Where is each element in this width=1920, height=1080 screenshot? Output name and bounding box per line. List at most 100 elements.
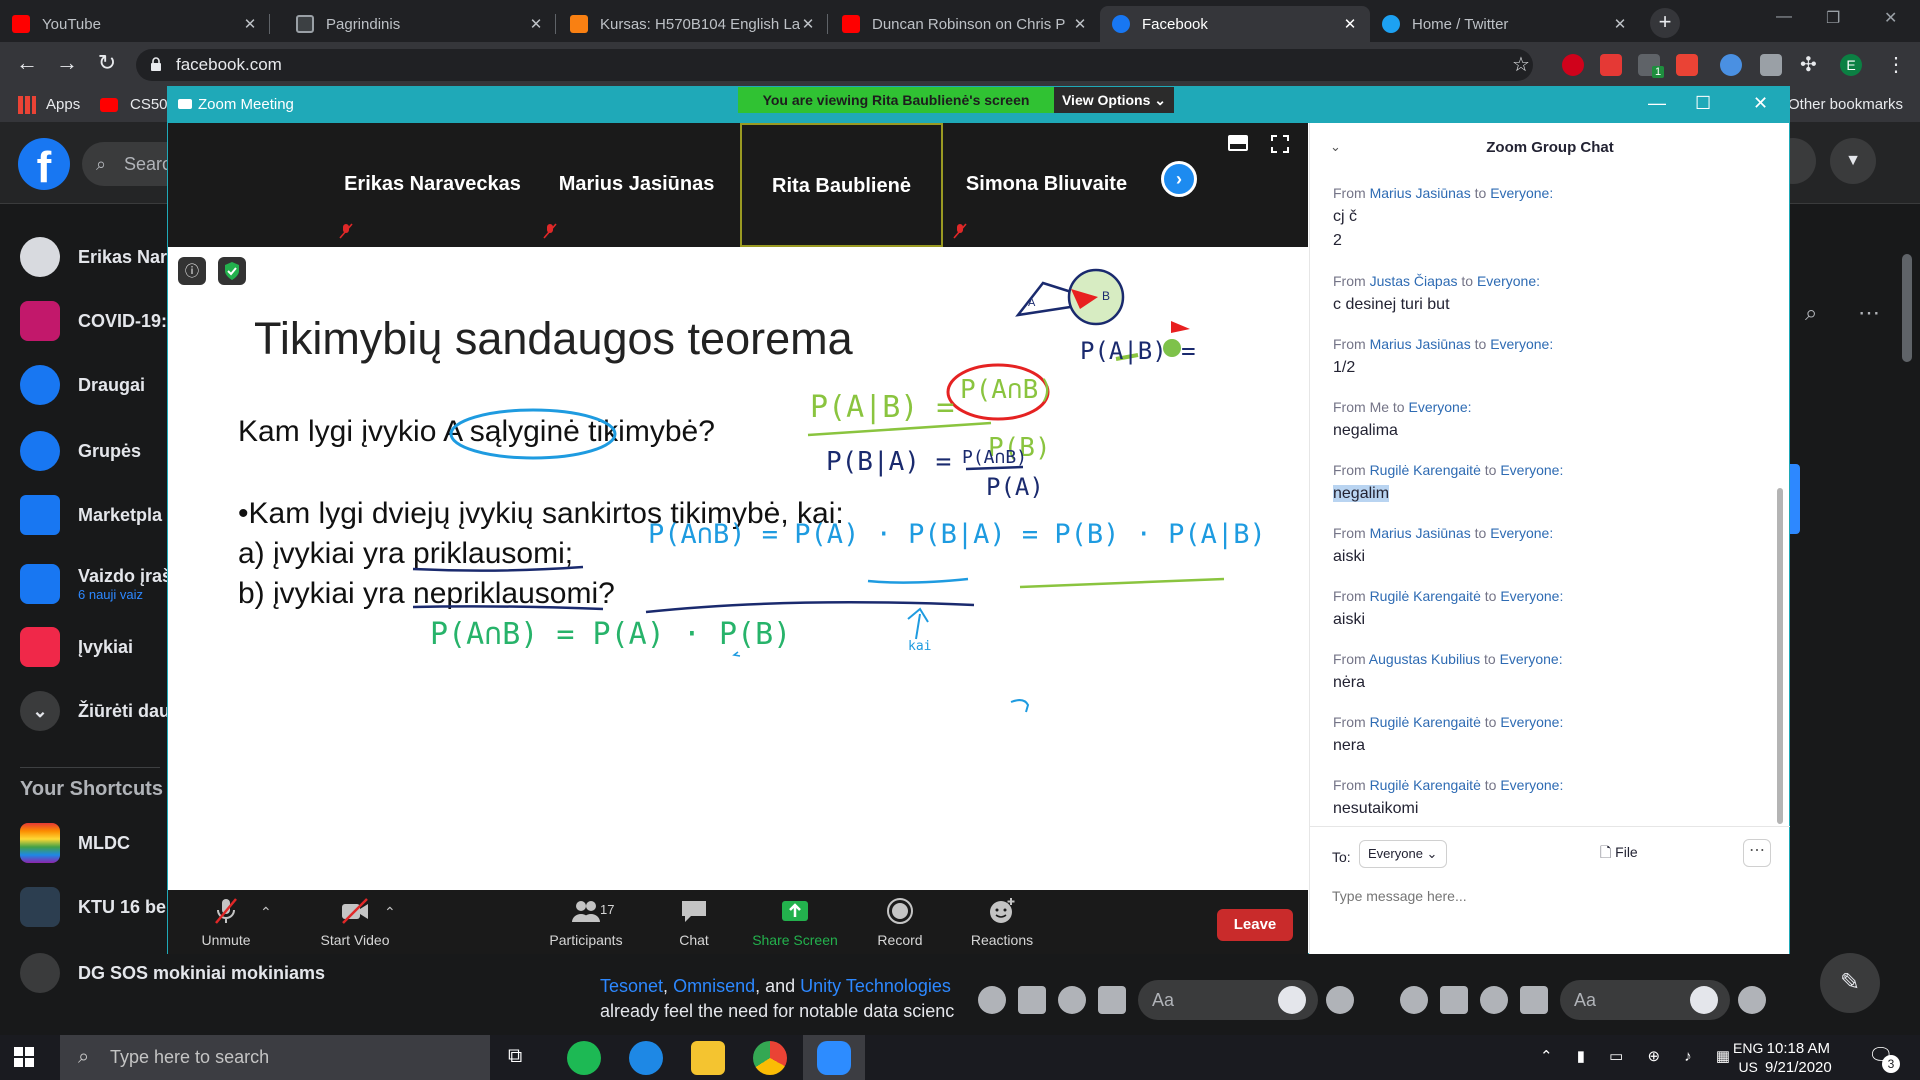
emoji-icon[interactable] [1278,986,1306,1014]
close-icon[interactable]: ✕ [800,15,816,33]
sender-name[interactable]: Rugilė Karengaitė [1370,714,1481,730]
chat-message[interactable]: From Marius Jasiūnas to Everyone: cj č 2 [1333,185,1753,253]
sender-name[interactable]: Marius Jasiūnas [1370,525,1471,541]
chat-message-input[interactable] [1332,881,1762,911]
adblock-icon[interactable] [1562,54,1584,76]
bookmark-cs50[interactable]: CS50 [130,96,168,113]
shortcut-dg-sos[interactable]: DG SOS mokiniai mokiniams [20,950,380,996]
sticker-icon[interactable] [1480,986,1508,1014]
view-options-button[interactable]: View Options ⌄ [1054,87,1174,113]
sticker-icon[interactable] [1058,986,1086,1014]
maximize-icon[interactable]: ☐ [1695,93,1711,114]
close-icon[interactable]: ✕ [242,15,258,33]
chat-message[interactable]: From Marius Jasiūnas to Everyone: aiski [1333,525,1753,569]
fullscreen-icon[interactable] [1271,135,1289,153]
edge-icon[interactable] [629,1041,663,1075]
bookmark-apps[interactable]: Apps [46,96,80,113]
forward-icon[interactable]: → [52,50,82,76]
start-video-button[interactable]: Start Video [300,890,410,954]
profile-avatar[interactable]: E [1840,54,1862,76]
gif-icon[interactable] [1098,986,1126,1014]
close-icon[interactable]: ✕ [1612,15,1628,33]
reload-icon[interactable]: ↻ [92,50,122,76]
taskbar-search[interactable]: ⌕ Type here to search [60,1035,490,1080]
facebook-logo-icon[interactable]: f [18,138,70,192]
like-icon[interactable] [1326,986,1354,1014]
file-button[interactable]: 🗋 File [1600,842,1638,866]
sender-name[interactable]: Rugilė Karengaitė [1370,777,1481,793]
spotify-icon[interactable] [567,1041,601,1075]
unmute-button[interactable]: Unmute [186,890,266,954]
url-bar[interactable]: facebook.com [136,49,1533,81]
close-window-icon[interactable]: ✕ [1884,8,1897,28]
post-link[interactable]: Unity Technologies [800,976,951,996]
sender-name[interactable]: Rugilė Karengaitė [1370,588,1481,604]
file-explorer-icon[interactable] [691,1041,725,1075]
add-icon[interactable] [1400,986,1428,1014]
chevron-down-icon[interactable]: ⌄ [1330,139,1344,154]
add-icon[interactable] [978,986,1006,1014]
like-icon[interactable] [1738,986,1766,1014]
chrome-icon[interactable] [753,1041,787,1075]
tab-duncan[interactable]: Duncan Robinson on Chris P ✕ [830,6,1100,42]
clock[interactable]: 10:18 AM 9/21/2020 [1765,1039,1832,1077]
chat-message[interactable]: From Justas Čiapas to Everyone: c desine… [1333,273,1753,317]
zoom-taskbar-button[interactable] [803,1035,865,1080]
photo-icon[interactable] [1440,986,1468,1014]
star-icon[interactable]: ☆ [1512,52,1530,77]
tab-kursas[interactable]: Kursas: H570B104 English La ✕ [558,6,828,42]
emoji-icon[interactable] [1690,986,1718,1014]
post-link[interactable]: Omnisend [673,976,755,996]
tab-twitter[interactable]: Home / Twitter ✕ [1370,6,1640,42]
close-icon[interactable]: ✕ [1072,15,1088,33]
tab-youtube[interactable]: YouTube ✕ [0,6,270,42]
participants-button[interactable]: Participants [536,890,636,954]
new-message-button[interactable]: ✎ [1820,953,1880,1013]
sender-name[interactable]: Marius Jasiūnas [1370,185,1471,201]
chevron-up-icon[interactable]: ⌃ [260,904,272,921]
chevron-up-icon[interactable]: ⌃ [384,904,396,921]
chat-message[interactable]: From Augustas Kubilius to Everyone: nėra [1333,651,1753,695]
extension-icon[interactable] [1720,54,1742,76]
share-screen-button[interactable]: Share Screen [740,890,850,954]
bookmark-other[interactable]: Other bookmarks [1788,96,1903,113]
layout-icon[interactable] [1228,135,1248,151]
chat-message[interactable]: From Rugilė Karengaitė to Everyone: nega… [1333,462,1753,506]
puzzle-icon[interactable]: ✣ [1800,52,1817,77]
tab-facebook[interactable]: Facebook ✕ [1100,6,1370,42]
participant-tile-active[interactable]: Rita Baublienė [740,123,943,247]
record-button[interactable]: Record [860,890,940,954]
participant-tile[interactable]: Simona Bliuvaite [945,123,1148,247]
leave-button[interactable]: Leave [1217,909,1293,941]
extension-icon[interactable] [1600,54,1622,76]
gif-icon[interactable] [1520,986,1548,1014]
account-menu-icon[interactable]: ▼ [1830,138,1876,184]
sender-name[interactable]: Rugilė Karengaitė [1370,462,1481,478]
minimize-icon[interactable]: — [1648,93,1666,114]
task-view-icon[interactable]: ⧉ [508,1045,522,1068]
chat-message[interactable]: From Rugilė Karengaitė to Everyone: aisk… [1333,588,1753,632]
extension-icon[interactable] [1760,54,1782,76]
back-icon[interactable]: ← [12,50,42,76]
menu-icon[interactable]: ⋮ [1886,52,1906,77]
system-tray-icons[interactable]: ⌃ ▮ ▭ ⊕ ♪ ▦ [1540,1047,1740,1065]
restore-icon[interactable]: ❐ [1826,8,1840,28]
search-icon[interactable]: ⌕ [1805,300,1817,326]
next-page-button[interactable]: › [1161,161,1197,197]
language-indicator[interactable]: ENG US [1733,1039,1763,1077]
sender-name[interactable]: Justas Čiapas [1370,273,1458,289]
close-icon[interactable]: ✕ [528,15,544,33]
minimize-icon[interactable]: — [1776,8,1792,26]
scrollbar[interactable] [1902,254,1912,362]
chat-message[interactable]: From Rugilė Karengaitė to Everyone: nesu… [1333,777,1753,821]
post-link[interactable]: Tesonet [600,976,663,996]
tab-pagrindinis[interactable]: Pagrindinis ✕ [284,6,556,42]
chat-button[interactable]: Chat [654,890,734,954]
close-icon[interactable]: ✕ [1753,93,1768,114]
recipient-select[interactable]: Everyone ⌄ [1359,840,1447,868]
participant-tile[interactable]: Marius Jasiūnas [535,123,738,247]
close-icon[interactable]: ✕ [1342,15,1358,33]
participant-tile[interactable]: Erikas Naraveckas [331,123,534,247]
sender-name[interactable]: Marius Jasiūnas [1370,336,1471,352]
new-tab-button[interactable]: + [1650,8,1680,38]
